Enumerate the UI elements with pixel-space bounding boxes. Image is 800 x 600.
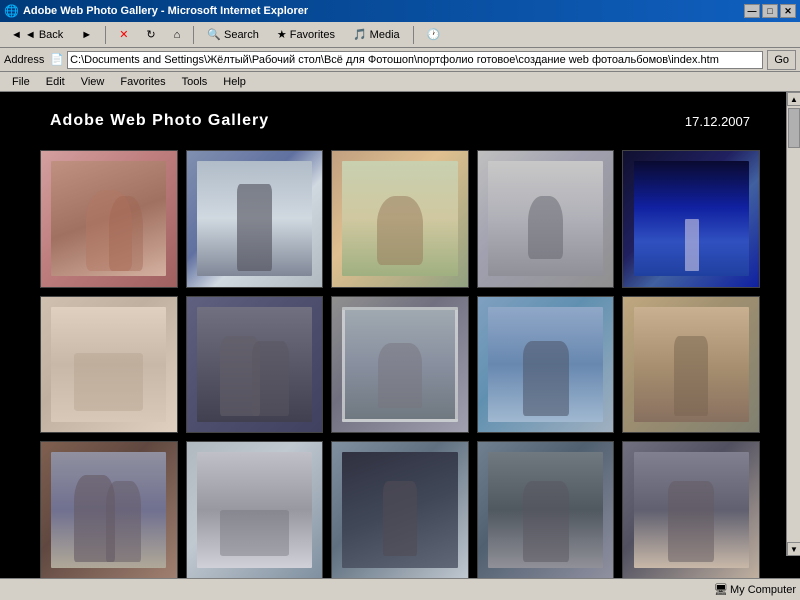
thumbnail-7[interactable] <box>186 296 324 434</box>
media-button[interactable]: 🎵 Media <box>346 24 407 46</box>
back-button[interactable]: ◄ ◄ Back <box>4 24 70 46</box>
zone-label: My Computer <box>730 584 796 596</box>
thumbnail-13[interactable] <box>331 441 469 578</box>
window-controls: — □ ✕ <box>744 4 796 18</box>
menu-tools[interactable]: Tools <box>174 74 216 90</box>
maximize-button[interactable]: □ <box>762 4 778 18</box>
separator-3 <box>413 26 414 44</box>
window-title: Adobe Web Photo Gallery - Microsoft Inte… <box>23 5 744 17</box>
status-right: 🖥 My Computer <box>714 583 796 596</box>
thumbnail-4[interactable] <box>477 150 615 288</box>
gallery-date: 17.12.2007 <box>685 114 750 129</box>
thumbnail-9[interactable] <box>477 296 615 434</box>
address-bar: Address 📄 Go <box>0 48 800 72</box>
stop-icon: ✕ <box>119 28 128 41</box>
star-icon: ★ <box>277 28 287 41</box>
forward-icon: ► <box>81 29 92 41</box>
menu-view[interactable]: View <box>73 74 113 90</box>
history-button[interactable]: 🕐 <box>420 24 448 46</box>
thumbnail-12[interactable] <box>186 441 324 578</box>
thumbnail-11[interactable] <box>40 441 178 578</box>
scrollbar-up-button[interactable]: ▲ <box>787 92 800 106</box>
ie-icon: 🌐 <box>4 4 19 18</box>
browser-content: Adobe Web Photo Gallery 17.12.2007 <box>0 92 800 578</box>
forward-button[interactable]: ► <box>74 24 99 46</box>
thumbnail-15[interactable] <box>622 441 760 578</box>
address-label: Address <box>4 54 44 66</box>
address-input[interactable] <box>67 51 763 69</box>
title-bar: 🌐 Adobe Web Photo Gallery - Microsoft In… <box>0 0 800 22</box>
media-icon: 🎵 <box>353 28 367 41</box>
scrollbar-track[interactable] <box>787 106 800 542</box>
scrollbar[interactable]: ▲ ▼ <box>786 92 800 556</box>
computer-icon: 🖥 <box>714 583 728 596</box>
close-button[interactable]: ✕ <box>780 4 796 18</box>
menu-favorites[interactable]: Favorites <box>112 74 173 90</box>
favorites-button[interactable]: ★ Favorites <box>270 24 342 46</box>
thumbnail-6[interactable] <box>40 296 178 434</box>
thumbnail-3[interactable] <box>331 150 469 288</box>
home-icon: ⌂ <box>174 29 181 41</box>
status-bar: 🖥 My Computer <box>0 578 800 600</box>
separator-2 <box>193 26 194 44</box>
refresh-icon: ↻ <box>146 28 155 41</box>
thumbnail-2[interactable] <box>186 150 324 288</box>
thumbnail-5[interactable] <box>622 150 760 288</box>
scrollbar-down-button[interactable]: ▼ <box>787 542 800 556</box>
back-icon: ◄ <box>11 29 22 41</box>
history-icon: 🕐 <box>427 28 441 41</box>
separator-1 <box>105 26 106 44</box>
toolbar: ◄ ◄ Back ► ✕ ↻ ⌂ 🔍 Search ★ Favorites 🎵 … <box>0 22 800 48</box>
refresh-button[interactable]: ↻ <box>139 24 162 46</box>
thumbnail-8[interactable] <box>331 296 469 434</box>
menu-bar: File Edit View Favorites Tools Help <box>0 72 800 92</box>
gallery-container: Adobe Web Photo Gallery 17.12.2007 <box>0 92 800 578</box>
page-icon: 📄 <box>50 53 64 66</box>
thumbnail-1[interactable] <box>40 150 178 288</box>
menu-file[interactable]: File <box>4 74 38 90</box>
minimize-button[interactable]: — <box>744 4 760 18</box>
search-icon: 🔍 <box>207 28 221 41</box>
gallery-title: Adobe Web Photo Gallery <box>50 112 269 130</box>
menu-help[interactable]: Help <box>215 74 254 90</box>
menu-edit[interactable]: Edit <box>38 74 73 90</box>
search-button[interactable]: 🔍 Search <box>200 24 266 46</box>
thumbnail-14[interactable] <box>477 441 615 578</box>
gallery-header: Adobe Web Photo Gallery 17.12.2007 <box>40 112 760 130</box>
go-button[interactable]: Go <box>767 50 796 70</box>
stop-button[interactable]: ✕ <box>112 24 135 46</box>
scrollbar-thumb[interactable] <box>788 108 800 148</box>
gallery-grid <box>40 150 760 578</box>
home-button[interactable]: ⌂ <box>167 24 188 46</box>
thumbnail-10[interactable] <box>622 296 760 434</box>
